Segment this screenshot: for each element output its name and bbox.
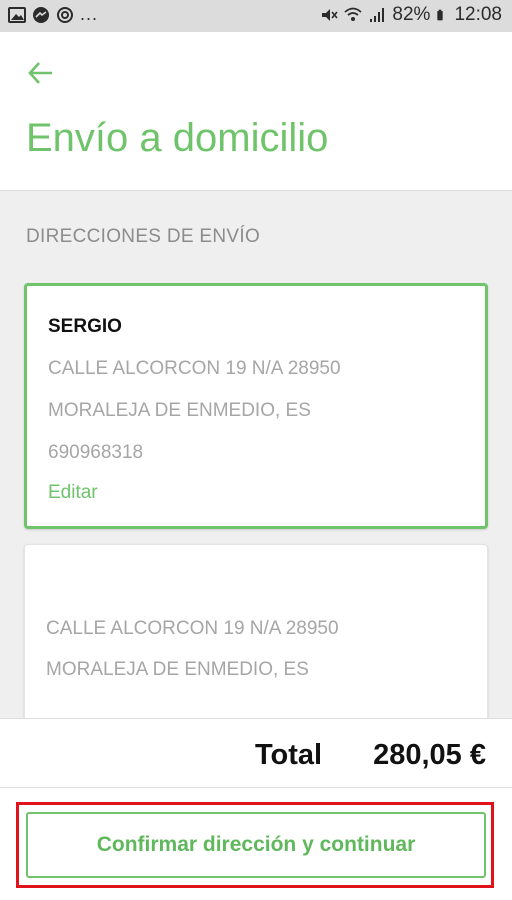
- confirm-address-button[interactable]: Confirmar dirección y continuar: [26, 812, 486, 878]
- app-header: Envío a domicilio: [0, 32, 512, 191]
- address-name: SERGIO: [48, 316, 122, 337]
- address-city: MORALEJA DE ENMEDIO, ES: [46, 659, 309, 680]
- messenger-icon: [33, 6, 49, 23]
- edit-address-link[interactable]: Editar: [48, 482, 98, 504]
- address-street: CALLE ALCORCON 19 N/A 28950: [46, 618, 339, 639]
- wifi-icon: [344, 7, 363, 21]
- sync-icon: [57, 6, 73, 23]
- battery-icon: [437, 9, 444, 21]
- address-phone: 690968318: [48, 442, 144, 463]
- section-title: DIRECCIONES DE ENVÍO: [26, 226, 261, 247]
- signal-icon: [370, 8, 385, 22]
- mute-icon: [322, 9, 339, 21]
- checkout-footer: Total 280,05 € Confirmar dirección y con…: [0, 718, 512, 900]
- status-bar: ... 82% 12:08: [0, 0, 512, 32]
- gallery-icon: [8, 6, 26, 23]
- status-bar-right: 82% 12:08: [320, 4, 502, 26]
- address-card[interactable]: CALLE ALCORCON 19 N/A 28950 MORALEJA DE …: [24, 544, 488, 744]
- address-street: CALLE ALCORCON 19 N/A 28950: [48, 358, 341, 379]
- clock: 12:08: [454, 4, 502, 25]
- address-card-selected[interactable]: SERGIO CALLE ALCORCON 19 N/A 28950 MORAL…: [24, 283, 488, 529]
- battery-level: 82%: [392, 4, 431, 25]
- status-overflow: ...: [80, 4, 99, 24]
- page-title: Envío a domicilio: [26, 116, 329, 160]
- total-label: Total: [255, 739, 323, 771]
- back-arrow-icon[interactable]: [24, 56, 58, 90]
- divider: [0, 787, 512, 788]
- total-value: 280,05 €: [373, 739, 486, 771]
- status-bar-left: ...: [8, 4, 98, 25]
- address-city: MORALEJA DE ENMEDIO, ES: [48, 400, 311, 421]
